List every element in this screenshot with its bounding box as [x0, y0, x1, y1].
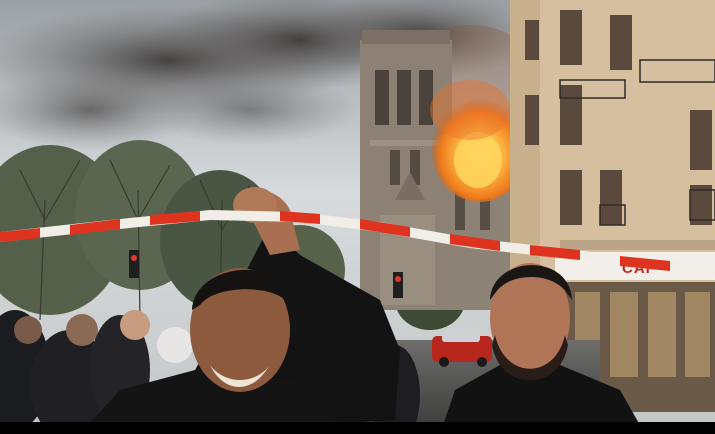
traffic-light-center	[393, 272, 403, 298]
traffic-light-left	[129, 250, 139, 278]
bottom-bar	[0, 422, 715, 434]
photo-scene: CAF	[0, 0, 715, 434]
